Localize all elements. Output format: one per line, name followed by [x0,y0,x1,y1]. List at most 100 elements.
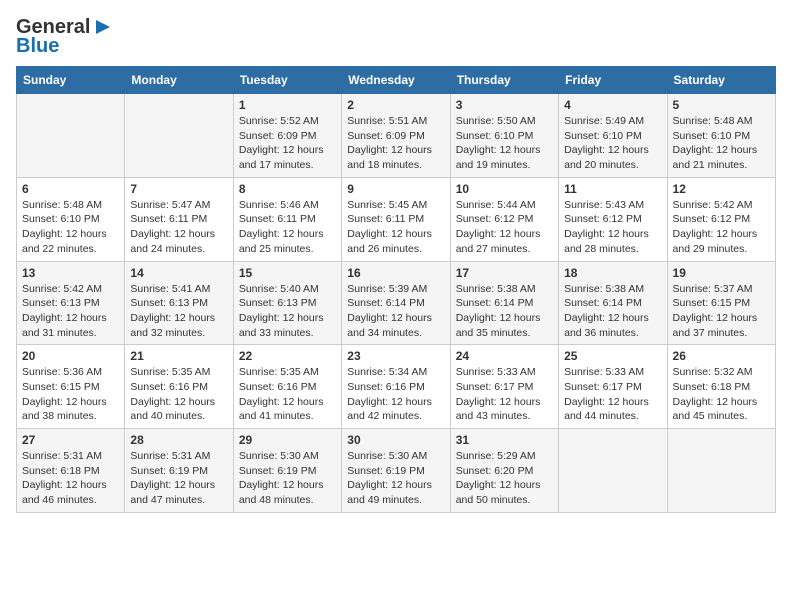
calendar-week-3: 13Sunrise: 5:42 AMSunset: 6:13 PMDayligh… [17,261,776,345]
day-info: Sunrise: 5:38 AMSunset: 6:14 PMDaylight:… [564,282,661,341]
day-info: Sunrise: 5:48 AMSunset: 6:10 PMDaylight:… [673,114,770,173]
day-number: 17 [456,266,553,280]
calendar-week-1: 1Sunrise: 5:52 AMSunset: 6:09 PMDaylight… [17,94,776,178]
day-info: Sunrise: 5:35 AMSunset: 6:16 PMDaylight:… [239,365,336,424]
day-info: Sunrise: 5:32 AMSunset: 6:18 PMDaylight:… [673,365,770,424]
calendar-cell: 1Sunrise: 5:52 AMSunset: 6:09 PMDaylight… [233,94,341,178]
day-info: Sunrise: 5:41 AMSunset: 6:13 PMDaylight:… [130,282,227,341]
day-number: 11 [564,182,661,196]
calendar-header-row: SundayMondayTuesdayWednesdayThursdayFrid… [17,67,776,94]
calendar-cell: 19 Sunrise: 5:37 AMSunset: 6:15 PMDayligh… [667,261,775,345]
day-info: Sunrise: 5:39 AMSunset: 6:14 PMDaylight:… [347,282,444,341]
day-info: Sunrise: 5:37 AMSunset: 6:15 PMDaylight:… [673,282,770,341]
day-number: 16 [347,266,444,280]
day-number: 23 [347,349,444,363]
col-header-thursday: Thursday [450,67,558,94]
day-info: Sunrise: 5:31 AMSunset: 6:18 PMDaylight:… [22,449,119,508]
day-info: Sunrise: 5:35 AMSunset: 6:16 PMDaylight:… [130,365,227,424]
day-info: Sunrise: 5:45 AMSunset: 6:11 PMDaylight:… [347,198,444,257]
day-number: 8 [239,182,336,196]
calendar-cell: 3 Sunrise: 5:50 AMSunset: 6:10 PMDaylight… [450,94,558,178]
day-number: 28 [130,433,227,447]
day-info: Sunrise: 5:30 AMSunset: 6:19 PMDaylight:… [239,449,336,508]
day-number: 22 [239,349,336,363]
col-header-saturday: Saturday [667,67,775,94]
col-header-friday: Friday [559,67,667,94]
day-number: 15 [239,266,336,280]
calendar-cell: 20 Sunrise: 5:36 AMSunset: 6:15 PMDayligh… [17,345,125,429]
calendar-cell: 4 Sunrise: 5:49 AMSunset: 6:10 PMDaylight… [559,94,667,178]
day-info: Sunrise: 5:33 AMSunset: 6:17 PMDaylight:… [564,365,661,424]
day-number: 20 [22,349,119,363]
calendar-cell: 16 Sunrise: 5:39 AMSunset: 6:14 PMDayligh… [342,261,450,345]
calendar-cell [559,429,667,513]
day-number: 4 [564,98,661,112]
day-info: Sunrise: 5:38 AMSunset: 6:14 PMDaylight:… [456,282,553,341]
day-info: Sunrise: 5:31 AMSunset: 6:19 PMDaylight:… [130,449,227,508]
day-number: 13 [22,266,119,280]
day-info: Sunrise: 5:40 AMSunset: 6:13 PMDaylight:… [239,282,336,341]
calendar-cell: 21 Sunrise: 5:35 AMSunset: 6:16 PMDayligh… [125,345,233,429]
day-number: 3 [456,98,553,112]
calendar-cell: 28 Sunrise: 5:31 AMSunset: 6:19 PMDayligh… [125,429,233,513]
col-header-sunday: Sunday [17,67,125,94]
calendar-cell: 6 Sunrise: 5:48 AMSunset: 6:10 PMDaylight… [17,177,125,261]
day-info: Sunrise: 5:48 AMSunset: 6:10 PMDaylight:… [22,198,119,257]
day-number: 19 [673,266,770,280]
calendar-cell: 17 Sunrise: 5:38 AMSunset: 6:14 PMDayligh… [450,261,558,345]
day-info: Sunrise: 5:34 AMSunset: 6:16 PMDaylight:… [347,365,444,424]
calendar-cell: 11 Sunrise: 5:43 AMSunset: 6:12 PMDayligh… [559,177,667,261]
calendar-cell: 22 Sunrise: 5:35 AMSunset: 6:16 PMDayligh… [233,345,341,429]
calendar-cell [125,94,233,178]
calendar-week-2: 6 Sunrise: 5:48 AMSunset: 6:10 PMDaylight… [17,177,776,261]
day-number: 9 [347,182,444,196]
day-info: Sunrise: 5:44 AMSunset: 6:12 PMDaylight:… [456,198,553,257]
day-info: Sunrise: 5:47 AMSunset: 6:11 PMDaylight:… [130,198,227,257]
calendar-week-4: 20 Sunrise: 5:36 AMSunset: 6:15 PMDayligh… [17,345,776,429]
day-info: Sunrise: 5:36 AMSunset: 6:15 PMDaylight:… [22,365,119,424]
calendar-body: 1Sunrise: 5:52 AMSunset: 6:09 PMDaylight… [17,94,776,513]
calendar-cell: 13Sunrise: 5:42 AMSunset: 6:13 PMDayligh… [17,261,125,345]
day-number: 26 [673,349,770,363]
col-header-monday: Monday [125,67,233,94]
day-info: Sunrise: 5:30 AMSunset: 6:19 PMDaylight:… [347,449,444,508]
day-info: Sunrise: 5:43 AMSunset: 6:12 PMDaylight:… [564,198,661,257]
col-header-tuesday: Tuesday [233,67,341,94]
calendar-cell: 9 Sunrise: 5:45 AMSunset: 6:11 PMDaylight… [342,177,450,261]
day-info: Sunrise: 5:49 AMSunset: 6:10 PMDaylight:… [564,114,661,173]
day-number: 1 [239,98,336,112]
day-number: 10 [456,182,553,196]
day-info: Sunrise: 5:46 AMSunset: 6:11 PMDaylight:… [239,198,336,257]
day-number: 6 [22,182,119,196]
calendar-cell: 15 Sunrise: 5:40 AMSunset: 6:13 PMDayligh… [233,261,341,345]
day-number: 2 [347,98,444,112]
col-header-wednesday: Wednesday [342,67,450,94]
calendar-cell: 2 Sunrise: 5:51 AMSunset: 6:09 PMDaylight… [342,94,450,178]
calendar-cell [17,94,125,178]
calendar-table: SundayMondayTuesdayWednesdayThursdayFrid… [16,66,776,513]
day-number: 29 [239,433,336,447]
calendar-cell: 26 Sunrise: 5:32 AMSunset: 6:18 PMDayligh… [667,345,775,429]
day-info: Sunrise: 5:50 AMSunset: 6:10 PMDaylight:… [456,114,553,173]
day-number: 31 [456,433,553,447]
day-info: Sunrise: 5:51 AMSunset: 6:09 PMDaylight:… [347,114,444,173]
calendar-cell: 23 Sunrise: 5:34 AMSunset: 6:16 PMDayligh… [342,345,450,429]
calendar-cell: 29 Sunrise: 5:30 AMSunset: 6:19 PMDayligh… [233,429,341,513]
calendar-cell: 14Sunrise: 5:41 AMSunset: 6:13 PMDayligh… [125,261,233,345]
day-number: 25 [564,349,661,363]
day-info: Sunrise: 5:33 AMSunset: 6:17 PMDaylight:… [456,365,553,424]
calendar-cell: 18 Sunrise: 5:38 AMSunset: 6:14 PMDayligh… [559,261,667,345]
calendar-cell: 30Sunrise: 5:30 AMSunset: 6:19 PMDayligh… [342,429,450,513]
logo: General Blue [16,16,114,58]
day-info: Sunrise: 5:29 AMSunset: 6:20 PMDaylight:… [456,449,553,508]
calendar-cell: 31 Sunrise: 5:29 AMSunset: 6:20 PMDayligh… [450,429,558,513]
day-number: 21 [130,349,227,363]
day-number: 5 [673,98,770,112]
calendar-cell: 10 Sunrise: 5:44 AMSunset: 6:12 PMDayligh… [450,177,558,261]
calendar-cell [667,429,775,513]
calendar-cell: 8 Sunrise: 5:46 AMSunset: 6:11 PMDaylight… [233,177,341,261]
page-header: General Blue [16,16,776,58]
logo-arrow-icon [92,16,114,38]
day-number: 18 [564,266,661,280]
calendar-cell: 24Sunrise: 5:33 AMSunset: 6:17 PMDayligh… [450,345,558,429]
